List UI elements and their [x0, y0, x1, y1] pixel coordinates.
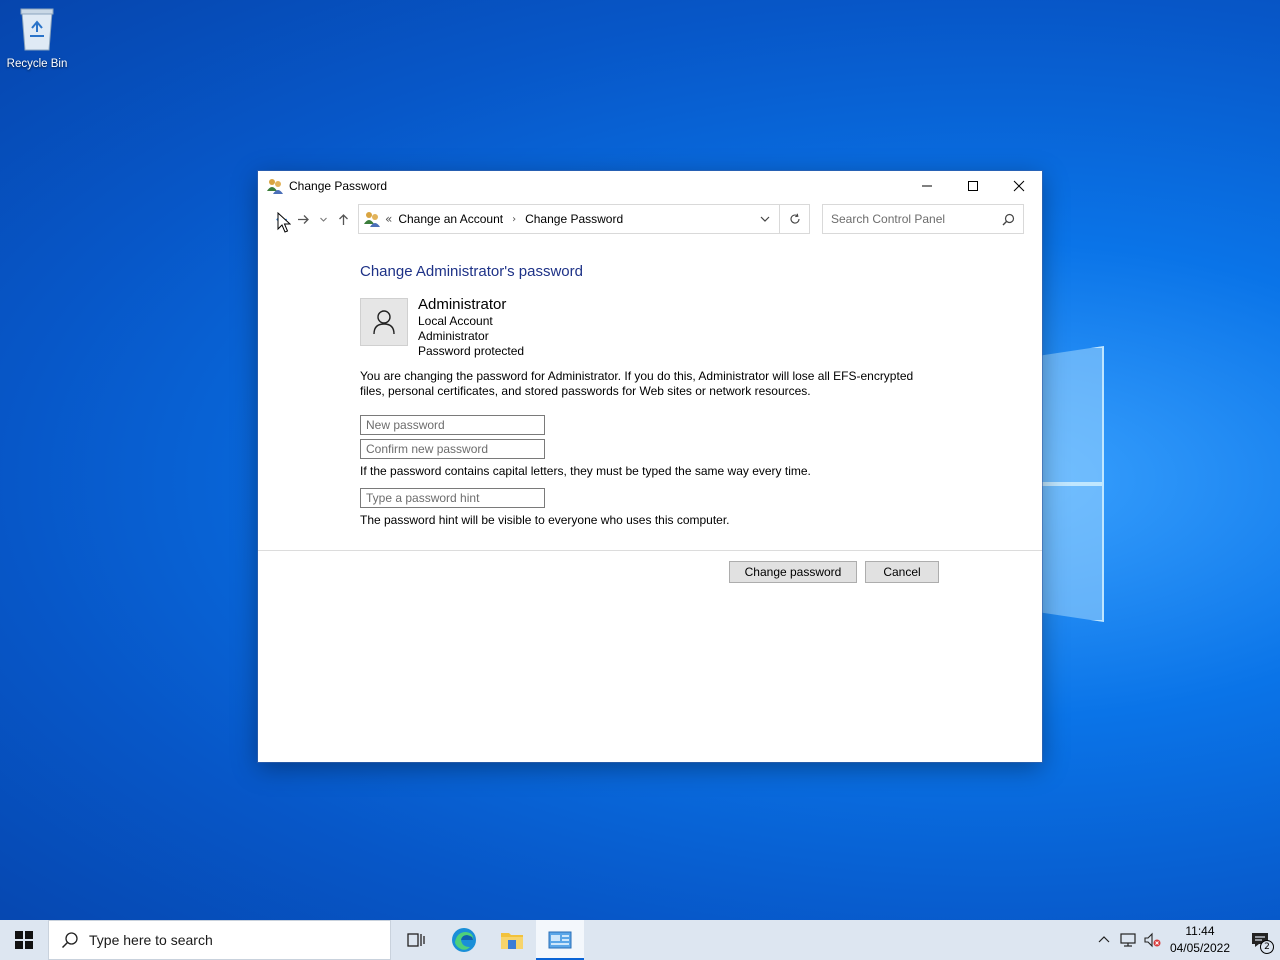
volume-muted-icon	[1144, 932, 1161, 948]
maximize-icon	[968, 181, 978, 191]
taskbar-search-placeholder: Type here to search	[89, 932, 213, 948]
start-button[interactable]	[0, 920, 48, 960]
hint-visibility-note: The password hint will be visible to eve…	[360, 513, 730, 527]
search-icon[interactable]	[1002, 213, 1015, 226]
close-button[interactable]	[996, 171, 1042, 201]
mouse-cursor-icon	[277, 212, 291, 233]
system-tray: 11:44 04/05/2022 2	[1092, 920, 1280, 960]
taskbar-search-box[interactable]: Type here to search	[48, 920, 391, 960]
control-panel-button[interactable]	[536, 920, 584, 960]
control-panel-icon	[548, 931, 572, 949]
minimize-button[interactable]	[904, 171, 950, 201]
chevron-up-icon	[1098, 936, 1110, 943]
user-summary: Administrator Local Account Administrato…	[360, 296, 940, 359]
minimize-icon	[922, 185, 932, 187]
up-button[interactable]	[332, 207, 354, 231]
edge-button[interactable]	[440, 920, 488, 960]
taskbar: Type here to search 11:44 04/05/2022 2	[0, 920, 1280, 960]
efs-warning-text: You are changing the password for Admini…	[360, 369, 914, 398]
action-center-button[interactable]: 2	[1240, 920, 1280, 960]
file-explorer-button[interactable]	[488, 920, 536, 960]
show-hidden-icons-button[interactable]	[1092, 920, 1116, 960]
users-app-icon	[266, 177, 284, 195]
address-bar[interactable]: « Change an Account › Change Password	[358, 204, 810, 234]
change-password-window: Change Password « Change an Account › Ch…	[258, 171, 1042, 762]
search-input[interactable]	[823, 212, 993, 226]
windows-logo-wallpaper	[1040, 338, 1106, 624]
file-explorer-icon	[501, 933, 523, 949]
recycle-bin-label: Recycle Bin	[6, 58, 68, 70]
breadcrumb-change-an-account[interactable]: Change an Account	[398, 212, 503, 226]
title-bar[interactable]: Change Password	[258, 171, 1042, 201]
recent-locations-button[interactable]	[314, 207, 332, 231]
new-password-field[interactable]	[360, 415, 545, 435]
notification-count-badge: 2	[1260, 940, 1274, 954]
chevron-down-icon	[319, 217, 327, 222]
search-control-panel	[822, 204, 1024, 234]
network-button[interactable]	[1116, 920, 1140, 960]
avatar	[360, 298, 408, 346]
edge-icon	[452, 928, 476, 952]
password-hint-field[interactable]	[360, 488, 545, 508]
user-name: Administrator	[418, 296, 507, 313]
account-type: Local Account	[418, 314, 493, 328]
close-icon	[1013, 180, 1025, 192]
task-view-icon	[407, 933, 425, 947]
address-dropdown-icon[interactable]	[759, 213, 771, 225]
clock[interactable]: 11:44 04/05/2022	[1170, 923, 1230, 957]
breadcrumb-change-password[interactable]: Change Password	[525, 212, 623, 226]
password-status: Password protected	[418, 344, 525, 358]
window-title: Change Password	[289, 179, 388, 193]
divider	[258, 550, 1042, 551]
task-view-button[interactable]	[392, 920, 440, 960]
up-arrow-icon	[338, 213, 348, 225]
cancel-button[interactable]: Cancel	[865, 561, 939, 583]
windows-start-icon	[15, 931, 33, 949]
capital-letters-note: If the password contains capital letters…	[360, 464, 811, 478]
search-icon	[61, 932, 78, 949]
recycle-bin-icon	[18, 6, 56, 52]
account-role: Administrator	[418, 329, 489, 343]
page-title: Change Administrator's password	[360, 263, 583, 280]
forward-arrow-icon	[297, 214, 309, 224]
refresh-icon	[790, 213, 800, 224]
clock-date: 04/05/2022	[1169, 941, 1230, 955]
network-icon	[1120, 933, 1136, 947]
forward-button[interactable]	[292, 207, 314, 231]
change-password-button[interactable]: Change password	[729, 561, 857, 583]
users-icon	[363, 210, 381, 228]
overflow-chevron[interactable]: «	[385, 212, 392, 226]
user-icon	[373, 310, 395, 335]
main-content: Change Administrator's password Administ…	[360, 263, 940, 528]
clock-time: 11:44	[1185, 924, 1215, 938]
refresh-button[interactable]	[779, 205, 809, 233]
navigation-bar: « Change an Account › Change Password	[258, 201, 1042, 237]
volume-button[interactable]	[1140, 920, 1164, 960]
breadcrumb-separator-icon[interactable]: ›	[512, 214, 516, 225]
desktop-icon-recycle-bin[interactable]: Recycle Bin	[4, 6, 70, 70]
maximize-button[interactable]	[950, 171, 996, 201]
confirm-password-field[interactable]	[360, 439, 545, 459]
